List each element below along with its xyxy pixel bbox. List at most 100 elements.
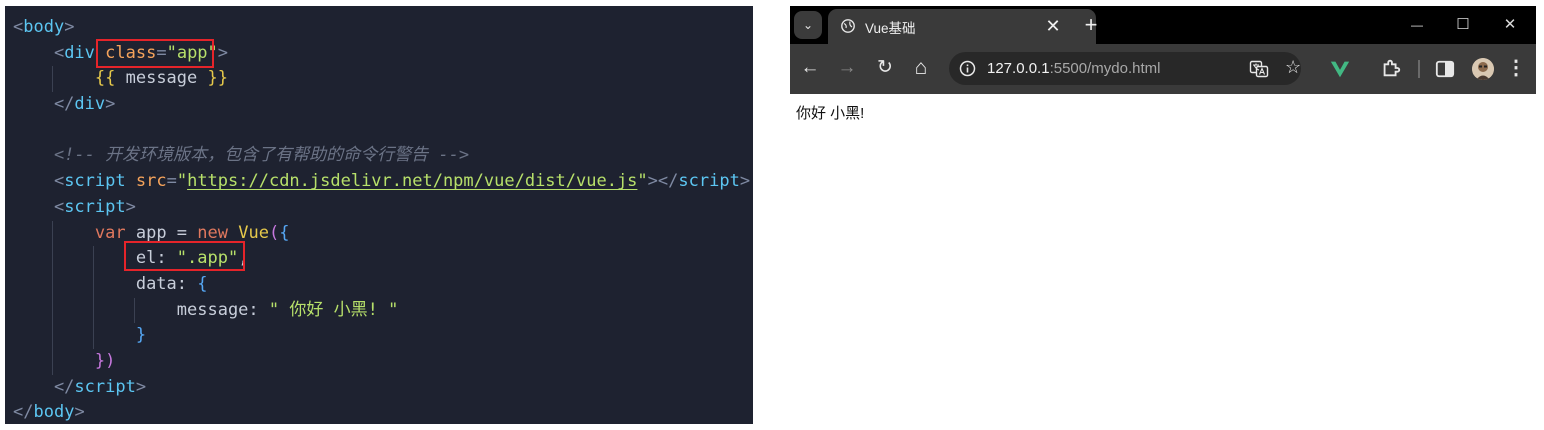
code-text: </div> bbox=[5, 94, 115, 114]
code-line: <body> bbox=[5, 15, 753, 41]
menu-icon[interactable]: ⋮ bbox=[1504, 56, 1528, 80]
code-line: }) bbox=[5, 348, 753, 375]
chevron-down-icon: ⌄ bbox=[802, 18, 814, 32]
address-bar[interactable]: 127.0.0.1:5500/mydo.html ☆ bbox=[949, 52, 1301, 85]
code-token: } bbox=[135, 325, 147, 346]
code-token: src bbox=[135, 171, 167, 192]
code-token: div bbox=[74, 94, 106, 115]
tab-close-icon[interactable]: ✕ bbox=[1042, 15, 1064, 37]
code-text: message: " 你好 小黑! " bbox=[5, 299, 399, 320]
code-token: : bbox=[156, 248, 177, 269]
code-text: </body> bbox=[5, 402, 85, 422]
code-token: </ bbox=[13, 94, 75, 115]
code-editor: <body> <div class="app"> {{ message }} <… bbox=[5, 6, 753, 424]
code-token: < bbox=[13, 42, 65, 63]
code-token: <!-- 开发环境版本，包含了有帮助的命令行警告 --> bbox=[13, 145, 470, 166]
code-token: "app" bbox=[166, 42, 218, 63]
back-icon[interactable]: ← bbox=[798, 56, 822, 80]
avatar-image bbox=[1472, 58, 1494, 80]
code-text: {{ message }} bbox=[5, 68, 228, 88]
new-tab-button[interactable]: + bbox=[1078, 12, 1104, 38]
code-token: </ bbox=[13, 376, 75, 397]
window-close-icon[interactable]: ✕ bbox=[1495, 12, 1525, 38]
code-token: data bbox=[135, 273, 177, 294]
code-token: {{ bbox=[94, 68, 116, 89]
minimize-icon[interactable]: — bbox=[1402, 12, 1432, 38]
site-info-icon[interactable] bbox=[959, 60, 976, 77]
tab-title: Vue基础 bbox=[865, 21, 916, 36]
side-panel-icon[interactable] bbox=[1435, 59, 1455, 79]
code-token: new bbox=[187, 222, 228, 243]
code-line: var app = new Vue({ bbox=[5, 220, 753, 247]
url-path: :5500/mydo.html bbox=[1049, 60, 1161, 77]
active-tab[interactable]: Vue基础 ✕ bbox=[828, 9, 1096, 44]
code-token: : bbox=[248, 299, 269, 320]
code-token: script bbox=[74, 376, 136, 397]
globe-icon bbox=[841, 19, 855, 33]
code-text: <div class="app"> bbox=[5, 43, 228, 63]
code-area: <body> <div class="app"> {{ message }} <… bbox=[5, 15, 753, 424]
code-line: <div class="app"> bbox=[5, 41, 753, 67]
code-token: </ bbox=[13, 402, 34, 423]
code-token: }} bbox=[207, 68, 228, 89]
code-line: </div> bbox=[5, 92, 753, 118]
code-text: var app = new Vue({ bbox=[5, 222, 290, 243]
code-token: > bbox=[64, 17, 75, 37]
code-text: <body> bbox=[5, 17, 74, 37]
code-token: https://cdn.jsdelivr.net/npm/vue/dist/vu… bbox=[187, 171, 638, 192]
url-text: 127.0.0.1:5500/mydo.html bbox=[987, 60, 1160, 77]
code-token: < bbox=[13, 196, 65, 217]
code-token: { bbox=[279, 222, 290, 243]
code-token: ".app" bbox=[176, 248, 239, 269]
page-message: 你好 小黑! bbox=[796, 105, 865, 122]
code-token: { bbox=[197, 273, 208, 294]
code-token: < bbox=[13, 17, 24, 37]
code-token: = bbox=[156, 42, 167, 63]
code-text: <!-- 开发环境版本，包含了有帮助的命令行警告 --> bbox=[5, 145, 469, 165]
forward-icon[interactable]: → bbox=[835, 56, 859, 80]
profile-avatar[interactable] bbox=[1472, 58, 1494, 80]
extensions-icon[interactable] bbox=[1380, 57, 1402, 79]
code-token: ( bbox=[268, 222, 280, 243]
code-line: data: { bbox=[5, 271, 753, 298]
code-token: ></ bbox=[647, 171, 679, 192]
code-token: app bbox=[125, 222, 177, 243]
code-token: message bbox=[176, 299, 249, 320]
home-icon[interactable]: ⌂ bbox=[909, 56, 933, 80]
reload-icon[interactable]: ↻ bbox=[873, 56, 897, 80]
code-token: = bbox=[166, 171, 177, 192]
translate-icon[interactable] bbox=[1249, 59, 1269, 79]
code-line: {{ message }} bbox=[5, 66, 753, 93]
code-token: > bbox=[739, 171, 751, 192]
code-token: script bbox=[64, 196, 126, 217]
code-token: body bbox=[33, 402, 75, 423]
vue-devtools-icon[interactable] bbox=[1329, 58, 1351, 80]
code-token: var bbox=[94, 222, 126, 243]
code-token: el bbox=[135, 248, 157, 269]
code-line: <script> bbox=[5, 195, 753, 221]
maximize-icon[interactable]: ☐ bbox=[1448, 12, 1478, 38]
code-token: message bbox=[115, 68, 208, 89]
code-token: script bbox=[678, 171, 740, 192]
tab-search-button[interactable]: ⌄ bbox=[794, 11, 822, 39]
code-token: > bbox=[125, 196, 136, 217]
code-token: " bbox=[176, 171, 188, 192]
code-line: el: ".app", bbox=[5, 246, 753, 272]
tab-bar: ⌄ Vue基础 ✕ + — ☐ ✕ bbox=[790, 6, 1536, 44]
browser-window: ⌄ Vue基础 ✕ + — ☐ ✕ ← → ↻ ⌂ 127.0.0.1:5500… bbox=[790, 6, 1536, 424]
code-line: </body> bbox=[5, 400, 753, 424]
bookmark-star-icon[interactable]: ☆ bbox=[1285, 57, 1301, 78]
code-line: </script> bbox=[5, 375, 753, 401]
code-token: : bbox=[176, 273, 198, 294]
code-token: > bbox=[135, 376, 147, 397]
code-token: }) bbox=[94, 350, 116, 371]
code-token: body bbox=[23, 17, 65, 37]
code-token: , bbox=[238, 248, 249, 269]
code-text: </script> bbox=[5, 377, 146, 397]
code-line: <script src="https://cdn.jsdelivr.net/np… bbox=[5, 169, 753, 195]
